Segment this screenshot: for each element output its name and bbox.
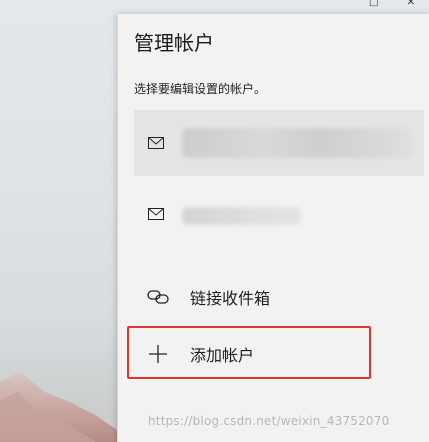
close-icon[interactable]: ✕ (407, 0, 415, 8)
account-item[interactable] (134, 110, 424, 176)
panel-description: 选择要编辑设置的帐户。 (134, 82, 267, 96)
page-title: 管理帐户 (134, 31, 214, 55)
link-inbox-button[interactable]: 链接收件箱 (134, 277, 414, 317)
window-controls: □ ✕ (355, 0, 429, 8)
account-item[interactable] (134, 181, 424, 247)
maximize-icon[interactable]: □ (369, 0, 378, 8)
highlight-annotation-box (127, 326, 371, 379)
redacted-account-name (182, 207, 302, 225)
watermark-text: https://blog.csdn.net/weixin_43752070 (148, 414, 390, 428)
link-icon (147, 290, 169, 304)
mail-icon (148, 137, 164, 149)
link-inbox-label: 链接收件箱 (190, 289, 271, 308)
redacted-account-name (182, 128, 412, 158)
mail-icon (148, 208, 164, 220)
